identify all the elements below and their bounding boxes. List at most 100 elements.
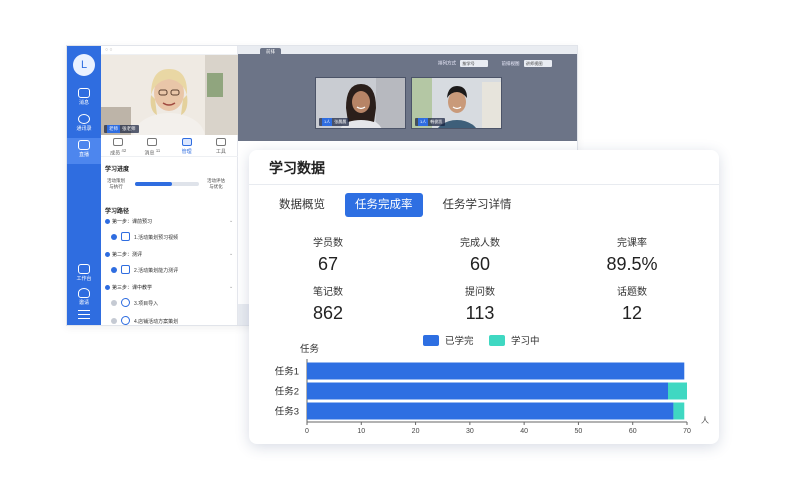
legend-label: 学习中 bbox=[511, 335, 540, 347]
bar-segment bbox=[668, 382, 687, 400]
progress-end-label: 活动评估与优化 bbox=[207, 178, 225, 189]
rail-item-contacts[interactable]: 通讯录 bbox=[67, 112, 101, 138]
stat-label: 完课率 bbox=[617, 238, 647, 249]
tab-members[interactable]: 成员 42 bbox=[103, 135, 133, 157]
stat-completion-rate: 完课率 89.5% bbox=[562, 234, 702, 275]
student-name-tag: 1人 张晨晨 bbox=[319, 118, 350, 126]
window-controls: ○ ○ bbox=[101, 46, 237, 55]
tab-count: 42 bbox=[121, 148, 127, 153]
stat-label: 提问数 bbox=[465, 287, 495, 298]
legend-swatch bbox=[489, 335, 505, 346]
teacher-video-frame bbox=[101, 55, 238, 135]
bar-segment bbox=[307, 402, 674, 420]
tab-front-row[interactable]: 前排 bbox=[260, 48, 281, 56]
user-avatar[interactable]: L bbox=[73, 54, 95, 76]
bar-segment bbox=[307, 382, 668, 400]
x-tick-label: 60 bbox=[629, 428, 637, 435]
workbench-icon bbox=[78, 264, 90, 274]
tab-task-completion[interactable]: 任务完成率 bbox=[345, 193, 423, 217]
quiz-task-icon bbox=[121, 265, 130, 274]
rail-item-invite[interactable]: 邀请 bbox=[67, 286, 101, 312]
rail-item-live[interactable]: 直播 bbox=[67, 138, 101, 164]
side-tab-bar: 成员 42 消息 11 管理 工具 bbox=[101, 135, 238, 157]
bar-segment bbox=[307, 362, 685, 380]
progress-bar bbox=[135, 182, 199, 186]
student-name: 张晨晨 bbox=[334, 119, 347, 124]
task-item[interactable]: 4.店铺活动方案策划 bbox=[111, 316, 178, 325]
tab-task-details[interactable]: 任务学习详情 bbox=[433, 193, 522, 217]
legend-label: 已学完 bbox=[445, 335, 474, 347]
student-name: 韩俊凯 bbox=[430, 119, 443, 124]
tab-tools[interactable]: 工具 bbox=[206, 135, 236, 156]
role-badge: 老师 bbox=[107, 125, 120, 133]
data-tabs: 数据概览 任务完成率 任务学习详情 bbox=[269, 193, 522, 217]
sort-controls: 排列方式 按学号 前排视图 讲师视图 bbox=[438, 60, 552, 67]
group-task-icon bbox=[121, 316, 130, 325]
learning-data-card: 学习数据 数据概览 任务完成率 任务学习详情 学员数 67 完成人数 60 完课率 8… bbox=[249, 150, 719, 444]
stat-value: 113 bbox=[465, 303, 495, 323]
video-task-icon bbox=[121, 232, 130, 241]
menu-icon[interactable] bbox=[78, 310, 90, 319]
view-select[interactable]: 讲师视图 bbox=[523, 60, 552, 67]
headset-task-icon bbox=[121, 298, 130, 307]
x-tick-label: 70 bbox=[683, 428, 691, 435]
tab-count: 11 bbox=[155, 148, 161, 153]
step-2[interactable]: 第二步：测评 ⌄ bbox=[105, 251, 233, 258]
tab-messages[interactable]: 消息 11 bbox=[137, 135, 167, 157]
step-1[interactable]: 第一步：课前预习 ⌄ bbox=[105, 218, 233, 225]
rail-label: 消息 bbox=[78, 100, 89, 106]
category-label: 任务1 bbox=[275, 366, 299, 378]
tab-data-overview[interactable]: 数据概览 bbox=[269, 193, 335, 217]
legend-swatch bbox=[423, 335, 439, 346]
task-item[interactable]: 1.活动策划预习视频 bbox=[111, 232, 178, 241]
step-label: 第三步：课中教学 bbox=[112, 285, 153, 291]
message-icon bbox=[147, 138, 158, 146]
bar-segment bbox=[673, 402, 685, 420]
rail-item-messages[interactable]: 消息 bbox=[67, 86, 101, 112]
student-video[interactable]: 1人 韩俊凯 bbox=[411, 77, 502, 129]
student-badge: 1人 bbox=[418, 118, 429, 126]
sort-select[interactable]: 按学号 bbox=[460, 60, 489, 67]
stat-questions: 提问数 113 bbox=[410, 283, 550, 324]
stat-label: 笔记数 bbox=[313, 287, 343, 298]
check-icon bbox=[111, 234, 117, 240]
contacts-icon bbox=[78, 114, 90, 124]
tab-manage[interactable]: 管理 bbox=[172, 135, 202, 156]
rail-label: 通讯录 bbox=[76, 126, 92, 132]
x-tick-label: 30 bbox=[466, 428, 474, 435]
class-side-panel: ○ ○ 老师 张老师 成员 42 消息 11 管理 工具 学习进度 活动策划与执… bbox=[101, 46, 238, 325]
student-badge: 1人 bbox=[322, 118, 333, 126]
stat-label: 学员数 bbox=[313, 238, 343, 249]
step-dot bbox=[105, 219, 110, 224]
path-title: 学习路径 bbox=[105, 209, 130, 215]
student-name-tag: 1人 韩俊凯 bbox=[415, 118, 446, 126]
step-3[interactable]: 第三步：课中教学 ⌄ bbox=[105, 284, 233, 291]
stat-completed: 完成人数 60 bbox=[410, 234, 550, 275]
stat-students: 学员数 67 bbox=[258, 234, 398, 275]
step-dot bbox=[105, 285, 110, 290]
x-tick-label: 20 bbox=[412, 428, 420, 435]
check-icon bbox=[111, 267, 117, 273]
rail-item-workbench[interactable]: 工作台 bbox=[67, 262, 101, 288]
task-completion-chart: 已学完 学习中任务任务1 任务2 任务3 0 10 20 30 40 50 60 70 人 bbox=[275, 335, 709, 435]
task-item[interactable]: 2.活动策划能力测评 bbox=[111, 265, 178, 274]
chevron-down-icon: ⌄ bbox=[229, 218, 234, 224]
task-label: 2.活动策划能力测评 bbox=[134, 268, 179, 274]
stat-value: 89.5% bbox=[606, 254, 658, 274]
rail-label: 直播 bbox=[78, 152, 89, 158]
sort-label: 排列方式 bbox=[438, 60, 456, 66]
stat-value: 12 bbox=[621, 303, 643, 323]
members-icon bbox=[113, 138, 124, 146]
screenshot-stage: L 消息 通讯录 直播 工作台 邀请 ○ ○ 老师 张老师 成员 42 消息 1… bbox=[0, 0, 800, 503]
x-tick-label: 10 bbox=[357, 428, 365, 435]
task-label: 1.活动策划预习视频 bbox=[134, 235, 179, 241]
teacher-video[interactable]: 老师 张老师 bbox=[101, 55, 238, 135]
tools-icon bbox=[215, 138, 226, 146]
step-dot bbox=[105, 252, 110, 257]
task-item[interactable]: 3.项目导入 bbox=[111, 298, 158, 307]
invite-icon bbox=[78, 288, 90, 298]
stat-notes: 笔记数 862 bbox=[258, 283, 398, 324]
student-video[interactable]: 1人 张晨晨 bbox=[315, 77, 406, 129]
step-label: 第一步：课前预习 bbox=[112, 219, 153, 225]
category-label: 任务3 bbox=[275, 406, 299, 418]
